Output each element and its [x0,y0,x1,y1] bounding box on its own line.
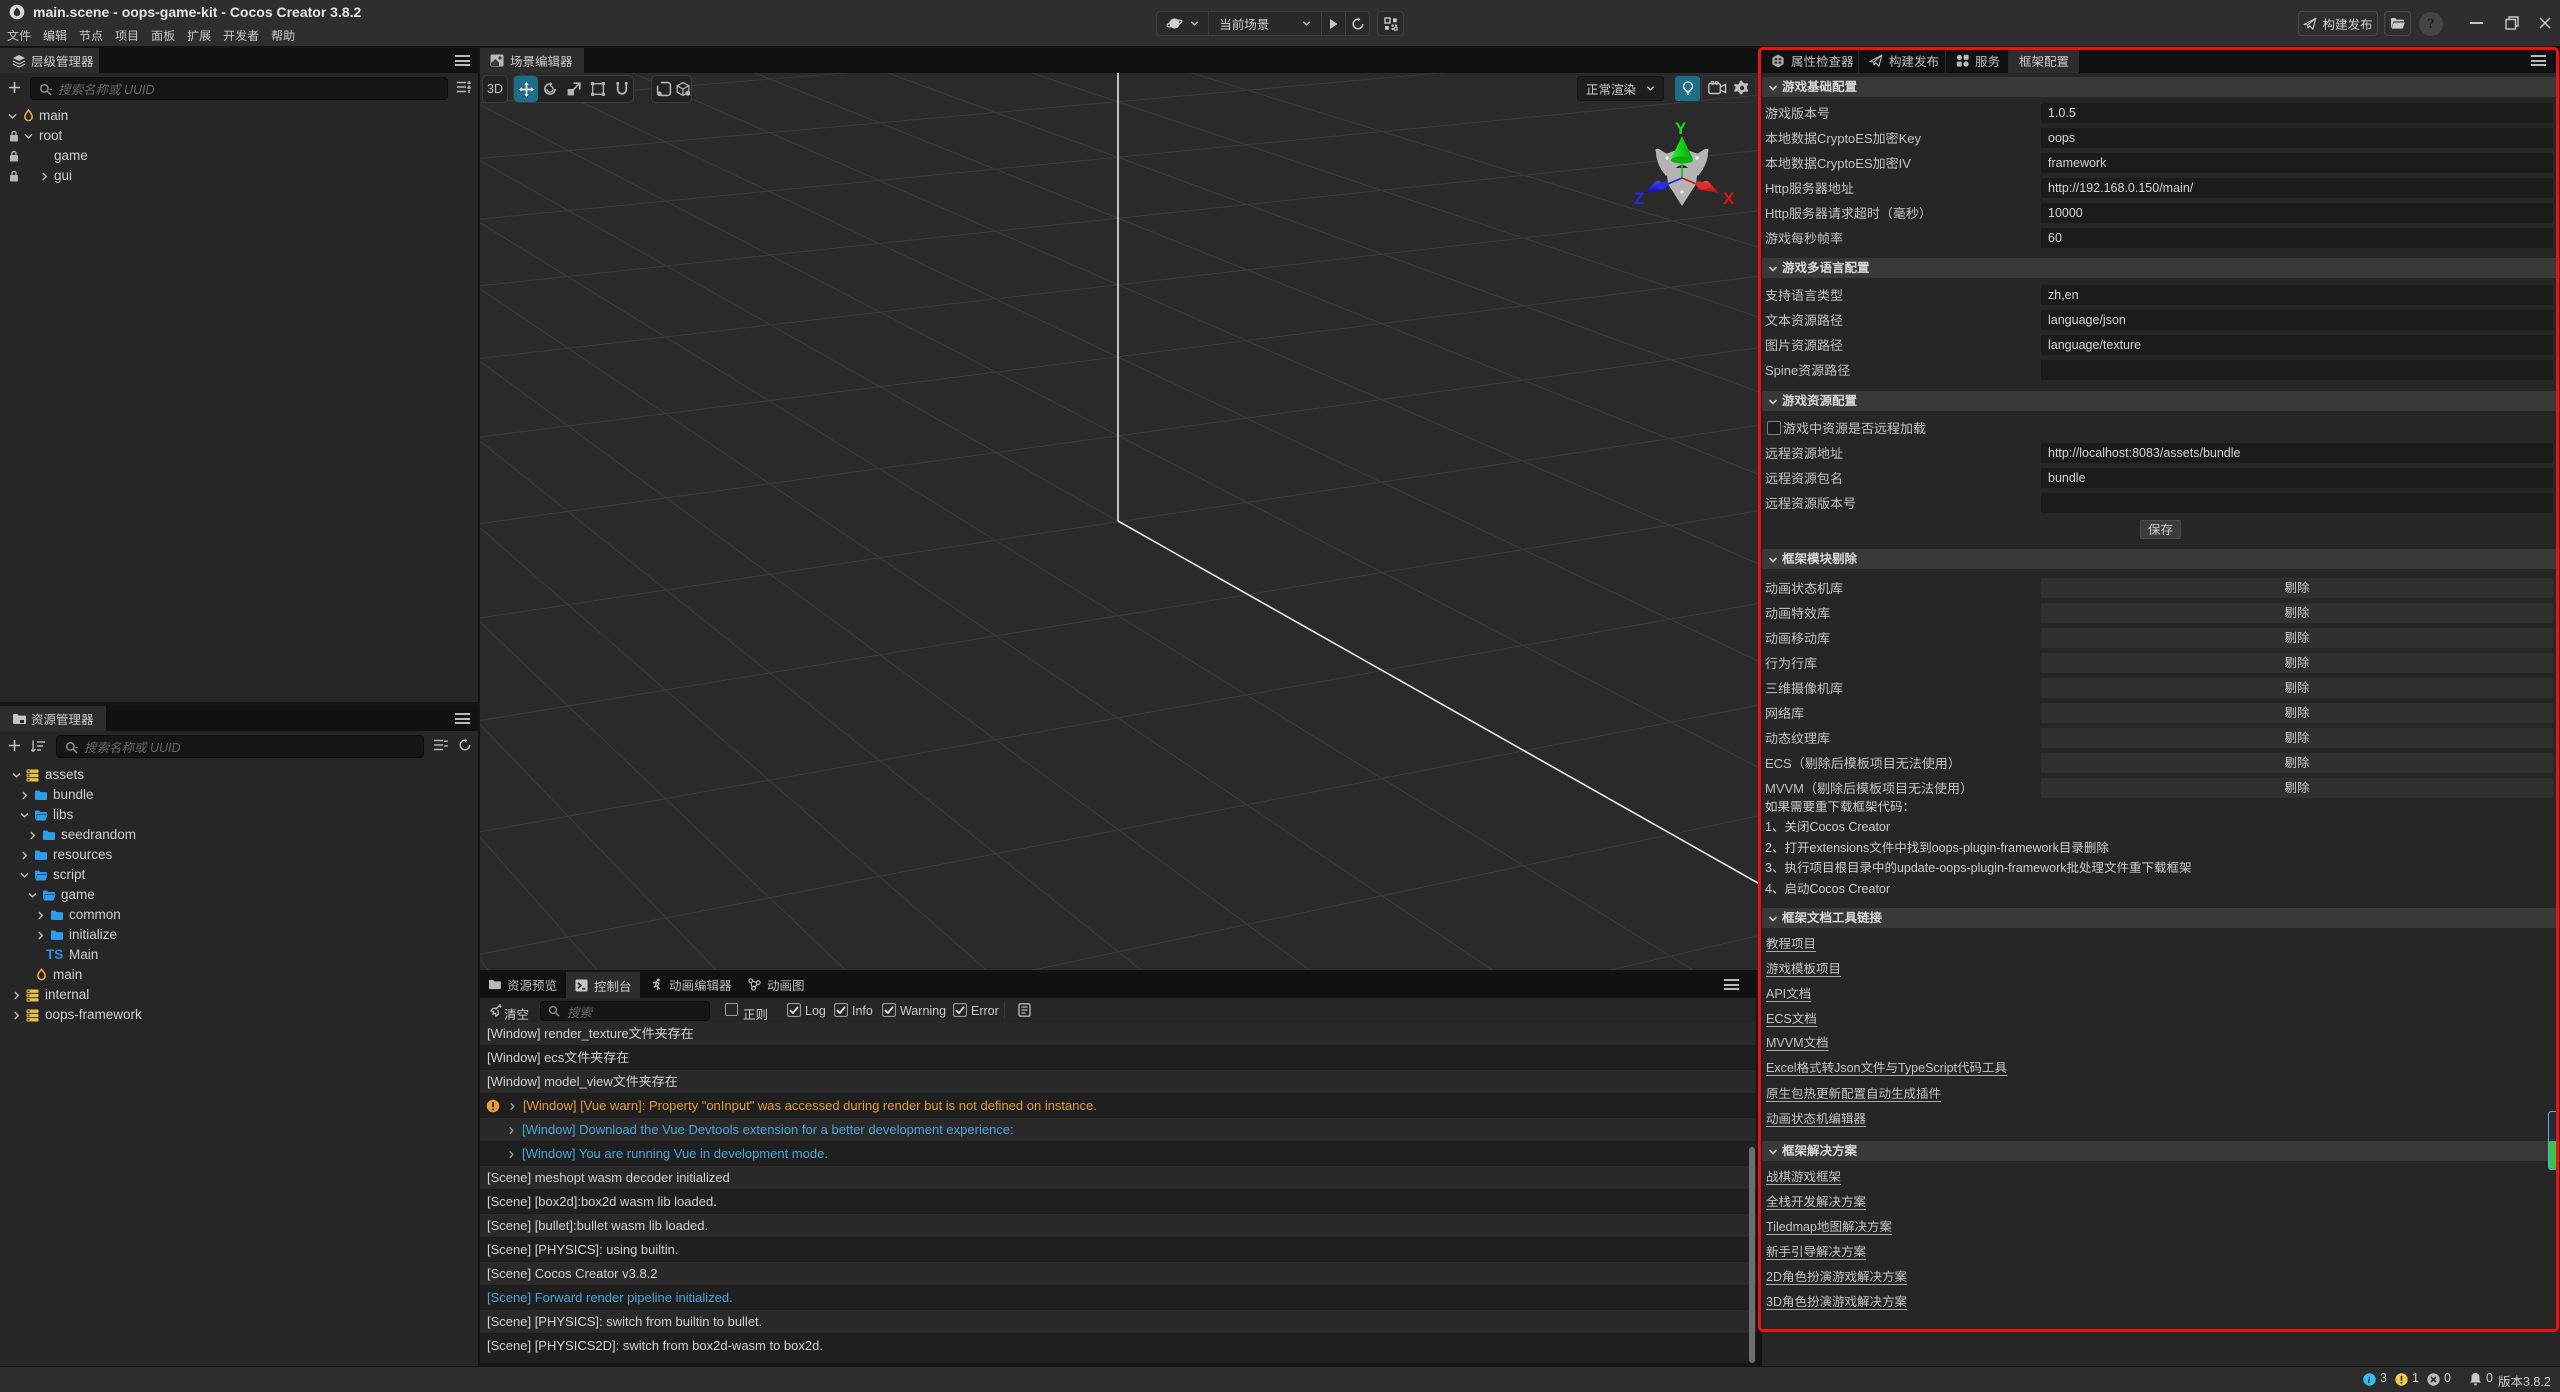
svg-text:X: X [1723,189,1735,208]
svg-text:Y: Y [1675,119,1687,138]
svg-text:i: i [2368,1376,2371,1386]
svg-text:Z: Z [1634,189,1644,208]
